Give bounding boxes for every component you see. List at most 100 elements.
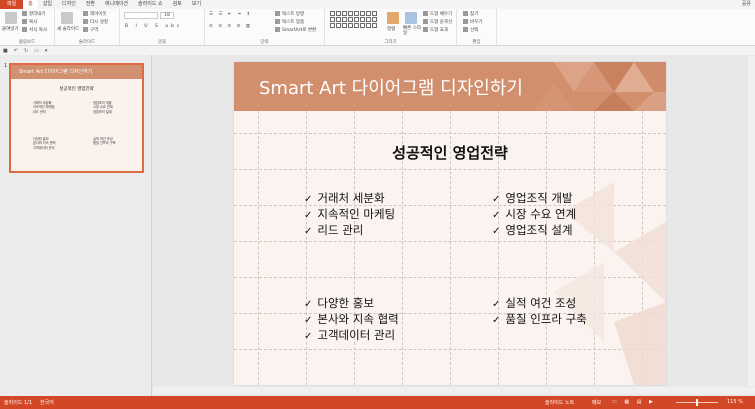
replace-icon xyxy=(463,19,468,24)
section-button[interactable]: 구역 xyxy=(83,27,98,33)
select-button[interactable]: 선택 xyxy=(463,27,478,33)
tab-transitions[interactable]: 전환 xyxy=(81,0,100,9)
list-item: 리드 관리 xyxy=(304,223,395,239)
text-direction-button[interactable]: 텍스트 방향 xyxy=(275,11,304,17)
font-size-select[interactable]: 18 xyxy=(160,12,174,19)
vertical-scrollbar[interactable] xyxy=(748,56,755,386)
slide-count: 슬라이드 1/1 xyxy=(4,400,33,406)
shapes-gallery[interactable] xyxy=(330,11,378,35)
horizontal-scrollbar[interactable] xyxy=(153,387,755,394)
group-label-slides: 슬라이드 xyxy=(78,40,96,45)
new-slide-button[interactable]: 새 슬라이드 xyxy=(57,26,79,32)
align-text-button[interactable]: 텍스트 맞춤 xyxy=(275,19,304,25)
thumbnail-list-1b: 영업조직 개발 시장 수요 연계 영업조직 설계 xyxy=(93,101,113,114)
redo-icon[interactable]: ↻ xyxy=(24,48,28,54)
replace-button[interactable]: 바꾸기 xyxy=(463,19,482,25)
zoom-slider-thumb[interactable] xyxy=(696,399,698,406)
bullet-list-bottom-right[interactable]: 실적 여건 조성 품질 인프라 구축 xyxy=(492,296,587,328)
language-indicator[interactable]: 한국어 xyxy=(40,399,54,406)
layout-icon xyxy=(83,11,88,16)
tab-design[interactable]: 디자인 xyxy=(57,0,81,9)
font-name-select[interactable] xyxy=(124,12,158,19)
new-slide-icon[interactable] xyxy=(61,12,73,24)
arrange-icon[interactable] xyxy=(387,12,399,24)
effects-icon xyxy=(423,27,428,32)
scissors-icon xyxy=(22,11,27,16)
save-icon[interactable]: ■ xyxy=(3,48,8,54)
list-item: 본사와 지속 협력 xyxy=(304,312,398,328)
zoom-level[interactable]: 115 % xyxy=(727,399,743,405)
powerpoint-window: 파일 홈 삽입 디자인 전환 애니메이션 슬라이드 쇼 검토 보기 공유 붙여넣… xyxy=(0,0,755,409)
fill-bucket-icon xyxy=(423,11,428,16)
reset-button[interactable]: 다시 설정 xyxy=(83,19,108,25)
tab-insert[interactable]: 삽입 xyxy=(38,0,57,9)
tab-file[interactable]: 파일 xyxy=(0,0,24,9)
cut-button[interactable]: 잘라내기 xyxy=(22,11,46,17)
tab-slideshow[interactable]: 슬라이드 쇼 xyxy=(133,0,168,9)
cursor-icon xyxy=(463,27,468,32)
list-item: 품질 인프라 구축 xyxy=(492,312,586,328)
comments-button[interactable]: 메모 xyxy=(592,399,601,406)
list-item: 영업조직 설계 xyxy=(492,223,576,239)
group-drawing: 정렬 빠른 스타일 도형 채우기 도형 윤곽선 도형 효과 그리기 xyxy=(325,9,457,46)
slide-subtitle[interactable]: 성공적인 영업전략 xyxy=(234,142,666,163)
smartart-convert-button[interactable]: SmartArt로 변환 xyxy=(275,27,316,33)
format-painter-button[interactable]: 서식 복사 xyxy=(22,27,47,33)
tab-animations[interactable]: 애니메이션 xyxy=(100,0,133,9)
find-button[interactable]: 찾기 xyxy=(463,11,478,17)
list-item: 고객데이터 관리 xyxy=(304,328,399,344)
list-item: 실적 여건 조성 xyxy=(492,296,587,312)
group-editing: 찾기 바꾸기 선택 편집 xyxy=(457,9,497,46)
pen-icon xyxy=(423,19,428,24)
customize-qat-icon[interactable]: ▾ xyxy=(45,48,48,54)
slide-thumbnail-pane: 1 Smart Art 다이어그램 디자인하기 성공적인 영업전략 거래처 세분… xyxy=(0,55,152,396)
background-triangles-decoration xyxy=(554,182,666,385)
slide-editor: Smart Art 다이어그램 디자인하기 성공적인 영업전략 ✓ 거래처 세분… xyxy=(153,55,755,396)
group-font: 18 B I U S abc 글꼴 xyxy=(120,9,205,46)
ribbon-tab-bar: 파일 홈 삽입 디자인 전환 애니메이션 슬라이드 쇼 검토 보기 공유 xyxy=(0,0,755,9)
view-buttons[interactable]: ▭ ▦ ▤ ▶ xyxy=(612,399,656,405)
shape-effects-button[interactable]: 도형 효과 xyxy=(423,27,448,33)
copy-button[interactable]: 복사 xyxy=(22,19,37,25)
tab-view[interactable]: 보기 xyxy=(187,0,206,9)
group-label-font: 글꼴 xyxy=(157,40,167,45)
slide-thumbnail[interactable]: Smart Art 다이어그램 디자인하기 성공적인 영업전략 거래처 세분화 지… xyxy=(9,63,144,173)
thumbnail-list-2a: 다양한 홍보 본사와 지속 협력 고객데이터 관리 xyxy=(33,137,56,150)
arrange-button[interactable]: 정렬 xyxy=(387,26,395,32)
share-button[interactable]: 공유 xyxy=(742,0,751,7)
undo-icon[interactable]: ↶ xyxy=(14,48,18,54)
list-item: 영업조직 개발 xyxy=(492,191,576,207)
layout-button[interactable]: 레이아웃 xyxy=(83,11,107,17)
list-buttons[interactable]: ☰ ☰ ⇤ ⇥ ↕ xyxy=(209,12,252,17)
align-buttons[interactable]: ≡ ≡ ≡ ≡ ▥ xyxy=(209,24,252,29)
shape-fill-button[interactable]: 도형 채우기 xyxy=(423,11,452,17)
list-item: 시장 수요 연계 xyxy=(492,207,576,223)
status-bar: 슬라이드 1/1 한국어 슬라이드 노트 메모 ▭ ▦ ▤ ▶ 115 % xyxy=(0,396,755,409)
bullet-list-top-right[interactable]: 영업조직 개발 시장 수요 연계 영업조직 설계 xyxy=(492,191,576,239)
thumbnail-title: Smart Art 다이어그램 디자인하기 xyxy=(11,65,142,79)
quick-styles-icon[interactable] xyxy=(405,12,417,24)
group-label-drawing: 그리기 xyxy=(384,40,397,45)
group-paragraph: ☰ ☰ ⇤ ⇥ ↕ ≡ ≡ ≡ ≡ ▥ 텍스트 방향 텍스트 맞춤 SmartA… xyxy=(205,9,325,46)
font-style-buttons[interactable]: B I U S abc xyxy=(125,24,182,29)
list-item: 거래처 세분화 xyxy=(304,191,395,207)
tab-home[interactable]: 홈 xyxy=(23,0,38,9)
paste-icon[interactable] xyxy=(5,12,17,24)
shape-outline-button[interactable]: 도형 윤곽선 xyxy=(423,19,452,25)
brush-icon xyxy=(22,27,27,32)
group-clipboard: 붙여넣기 잘라내기 복사 서식 복사 클립보드 xyxy=(0,9,55,46)
list-item: 지속적인 마케팅 xyxy=(304,207,395,223)
slide-canvas[interactable]: Smart Art 다이어그램 디자인하기 성공적인 영업전략 ✓ 거래처 세분… xyxy=(234,62,666,385)
smartart-icon xyxy=(275,27,280,32)
paste-button[interactable]: 붙여넣기 xyxy=(2,26,19,32)
thumbnail-number: 1 xyxy=(4,63,8,69)
thumbnail-list-2b: 실적 여건 조성 품질 인프라 구축 xyxy=(93,137,116,146)
start-slideshow-icon[interactable]: ▭ xyxy=(34,48,39,54)
thumbnail-list-1a: 거래처 세분화 지속적인 마케팅 리드 관리 xyxy=(33,101,55,114)
bullet-list-top-left[interactable]: 거래처 세분화 지속적인 마케팅 리드 관리 xyxy=(304,191,395,239)
quick-styles-button[interactable]: 빠른 스타일 xyxy=(403,26,421,36)
bullet-list-bottom-left[interactable]: 다양한 홍보 본사와 지속 협력 고객데이터 관리 xyxy=(304,296,399,344)
ribbon: 붙여넣기 잘라내기 복사 서식 복사 클립보드 새 슬라이드 레이아웃 다시 설… xyxy=(0,9,755,46)
notes-button[interactable]: 슬라이드 노트 xyxy=(545,399,574,406)
tab-review[interactable]: 검토 xyxy=(168,0,187,9)
